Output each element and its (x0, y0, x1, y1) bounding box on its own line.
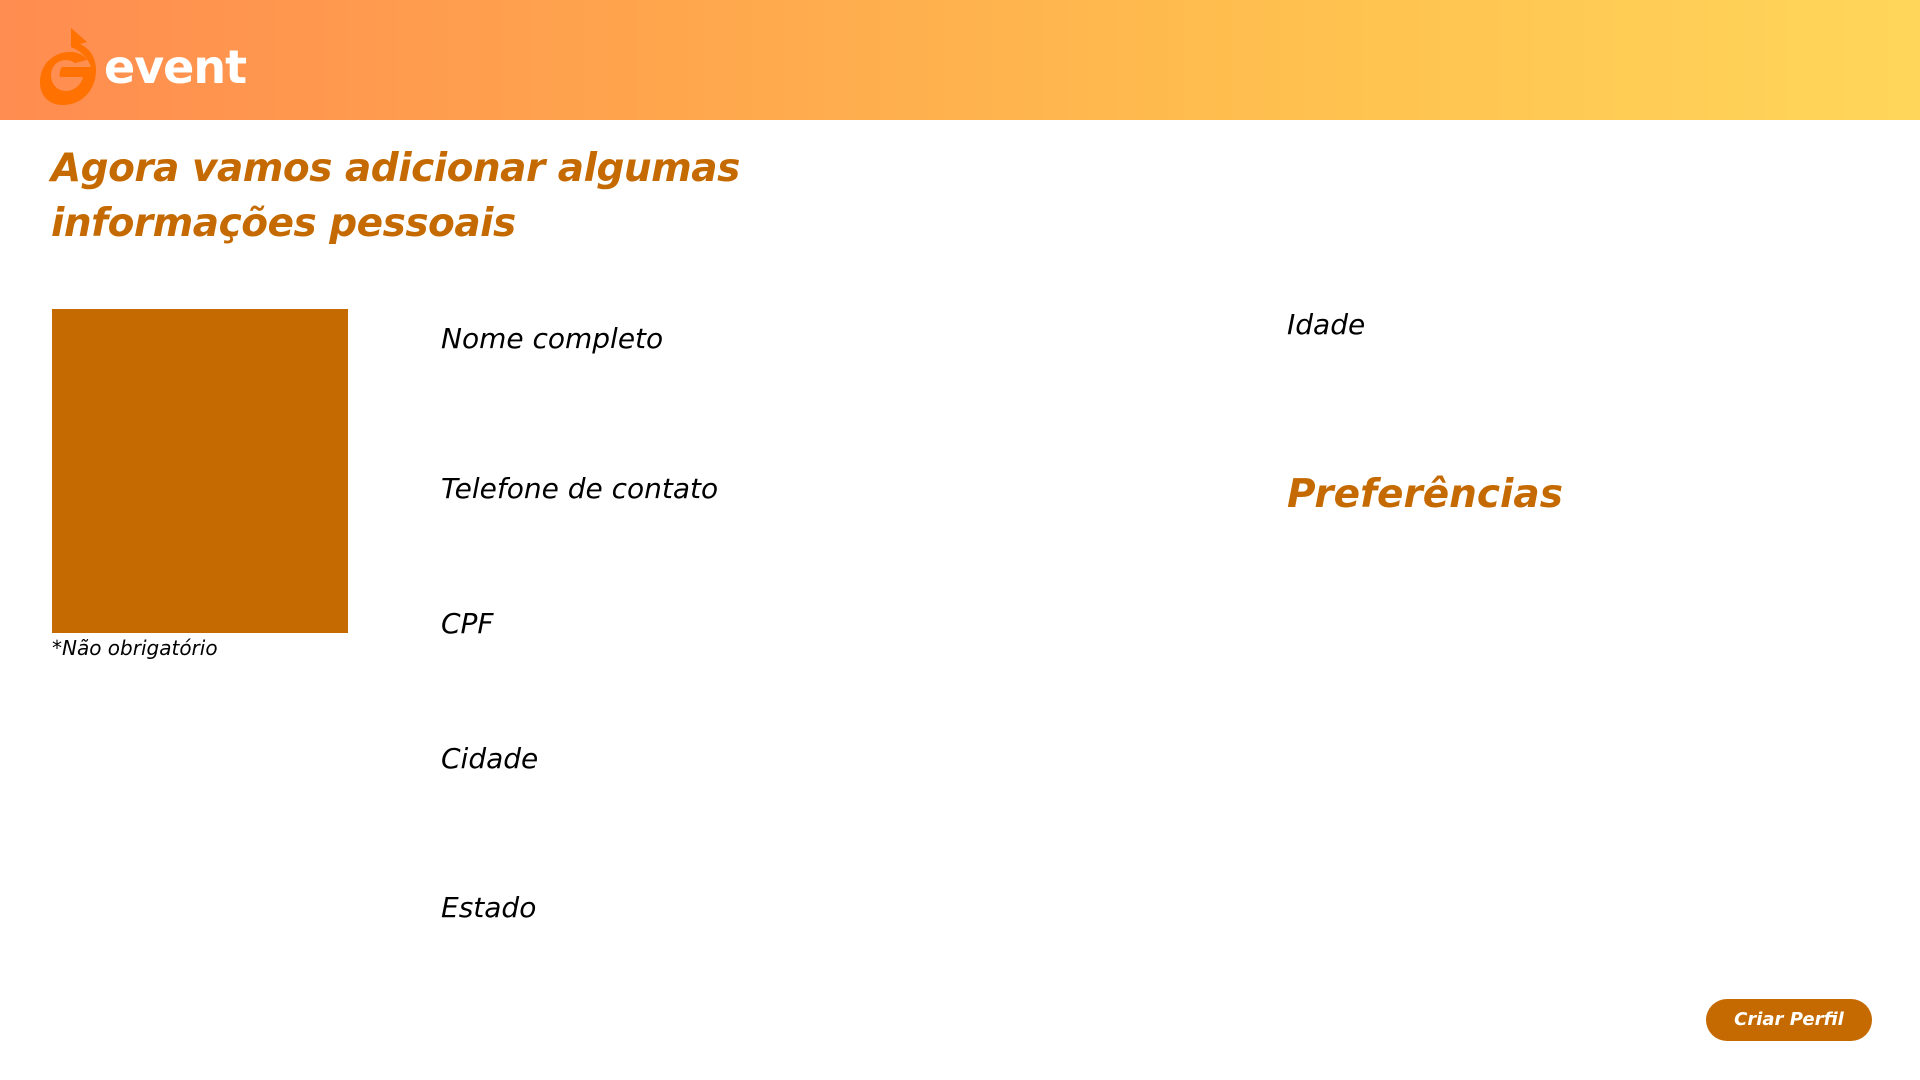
create-profile-button[interactable]: Criar Perfil (1706, 999, 1872, 1041)
state-field[interactable]: Estado (441, 891, 536, 925)
preferences-title: Preferências (1287, 472, 1563, 517)
age-field[interactable]: Idade (1287, 308, 1365, 342)
phone-field[interactable]: Telefone de contato (441, 472, 718, 506)
profile-photo-upload[interactable] (52, 309, 348, 633)
page-title: Agora vamos adicionar algumas informaçõe… (51, 146, 740, 246)
event-logo[interactable]: event (40, 24, 260, 108)
event-logo-icon (40, 28, 96, 105)
top-header: event (0, 0, 1920, 120)
city-field[interactable]: Cidade (441, 742, 538, 776)
logo-text: event (104, 39, 247, 94)
photo-optional-note: *Não obrigatório (52, 636, 218, 660)
full-name-field[interactable]: Nome completo (441, 322, 663, 356)
cpf-field[interactable]: CPF (441, 607, 494, 641)
